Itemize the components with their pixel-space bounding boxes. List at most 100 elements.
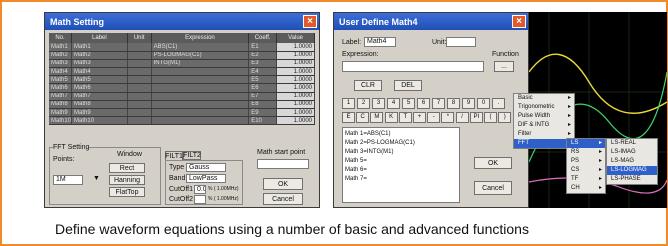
key-6[interactable]: 6 xyxy=(417,98,430,109)
cell-label[interactable]: Math4 xyxy=(71,67,128,77)
cell-no[interactable]: Math5 xyxy=(49,75,73,85)
cell-expression[interactable]: PS-LOGMAG(C1) xyxy=(151,51,250,60)
key-7[interactable]: 7 xyxy=(432,98,445,109)
cell-unit[interactable] xyxy=(127,67,152,77)
table-row[interactable]: Math5 Math5 E5 1.0000 xyxy=(49,75,315,85)
cell-value[interactable]: 1.0000 xyxy=(276,59,315,69)
key-op[interactable]: * xyxy=(441,112,455,123)
key-op[interactable]: E xyxy=(342,112,355,123)
menu-item[interactable]: CH ▸ xyxy=(567,184,605,193)
cutoff1-input[interactable]: 0.0 xyxy=(194,185,206,194)
key-1[interactable]: 1 xyxy=(342,98,355,109)
table-row[interactable]: Math1 Math1 ABS(C1) E1 1.0000 xyxy=(49,43,315,52)
cell-expression[interactable] xyxy=(151,92,250,101)
menu-item[interactable]: Pulse Width ▸ xyxy=(514,112,574,121)
cell-unit[interactable] xyxy=(127,83,152,93)
cell-label[interactable]: Math2 xyxy=(71,51,128,60)
key-op[interactable]: K xyxy=(384,112,398,123)
cell-label[interactable]: Math3 xyxy=(71,59,128,69)
user-define-cancel-button[interactable]: Cancel xyxy=(474,181,512,195)
cell-expression[interactable]: INTG(M1) xyxy=(151,59,250,69)
menu-item[interactable]: Basic ▸ xyxy=(514,94,574,103)
math-list[interactable]: Math 1=ABS(C1) Math 2=PS-LOGMAG(C1) Math… xyxy=(342,127,460,203)
cell-expression[interactable] xyxy=(151,100,250,110)
cell-no[interactable]: Math6 xyxy=(49,83,73,93)
label-input[interactable]: Math4 xyxy=(364,37,396,47)
tab-filt2[interactable]: FILT2 xyxy=(183,151,201,160)
band-select[interactable]: LowPass xyxy=(186,174,226,183)
math-start-input[interactable] xyxy=(257,159,309,169)
cell-coeff[interactable]: E6 xyxy=(248,83,278,93)
cell-coeff[interactable]: E1 xyxy=(248,43,278,52)
cell-value[interactable]: 1.0000 xyxy=(276,100,315,110)
cell-label[interactable]: Math8 xyxy=(71,100,128,110)
cell-value[interactable]: 1.0000 xyxy=(276,51,315,60)
cell-unit[interactable] xyxy=(127,108,152,118)
cell-unit[interactable] xyxy=(127,51,152,60)
key-8[interactable]: 8 xyxy=(447,98,460,109)
cell-expression[interactable] xyxy=(151,83,250,93)
cell-label[interactable]: Math5 xyxy=(71,75,128,85)
cell-unit[interactable] xyxy=(127,116,152,126)
cell-unit[interactable] xyxy=(127,75,152,85)
list-item[interactable]: Math 5= xyxy=(345,157,459,166)
cell-label[interactable]: Math9 xyxy=(71,108,128,118)
cell-no[interactable]: Math3 xyxy=(49,59,73,69)
col-unit[interactable]: Unit xyxy=(127,33,152,43)
table-row[interactable]: Math9 Math9 E9 1.0000 xyxy=(49,108,315,118)
list-item[interactable]: Math 1=ABS(C1) xyxy=(345,130,459,139)
clr-button[interactable]: CLR xyxy=(354,80,382,91)
function-button[interactable]: ... xyxy=(494,61,514,72)
cell-coeff[interactable]: E4 xyxy=(248,67,278,77)
cell-value[interactable]: 1.0000 xyxy=(276,83,315,93)
cell-coeff[interactable]: E5 xyxy=(248,75,278,85)
menu-item[interactable]: DIF & INTG ▸ xyxy=(514,121,574,130)
key-op[interactable]: T xyxy=(398,112,412,123)
key-dot[interactable]: . xyxy=(492,98,505,109)
key-op[interactable]: PI xyxy=(469,112,483,123)
cell-unit[interactable] xyxy=(127,92,152,101)
key-9[interactable]: 9 xyxy=(462,98,475,109)
cell-coeff[interactable]: E2 xyxy=(248,51,278,60)
cell-value[interactable]: 1.0000 xyxy=(276,67,315,77)
window-flattop-button[interactable]: FlatTop xyxy=(109,187,145,197)
key-op[interactable]: ( xyxy=(484,112,497,123)
cell-label[interactable]: Math1 xyxy=(71,43,128,52)
cell-expression[interactable] xyxy=(151,116,250,126)
user-define-close-button[interactable]: × xyxy=(512,15,526,28)
col-expression[interactable]: Expression xyxy=(151,33,250,43)
key-op[interactable]: M xyxy=(370,112,384,123)
cell-coeff[interactable]: E10 xyxy=(248,116,278,126)
cell-coeff[interactable]: E8 xyxy=(248,100,278,110)
del-button[interactable]: DEL xyxy=(394,80,422,91)
menu-item[interactable]: LS-PHASE xyxy=(607,175,657,184)
menu-item[interactable]: Filter ▸ xyxy=(514,130,574,139)
key-2[interactable]: 2 xyxy=(357,98,370,109)
cell-label[interactable]: Math10 xyxy=(71,116,128,126)
menu-item[interactable]: PS ▸ xyxy=(567,157,605,166)
cell-expression[interactable] xyxy=(151,75,250,85)
cell-coeff[interactable]: E3 xyxy=(248,59,278,69)
key-op[interactable]: / xyxy=(455,112,469,123)
table-row[interactable]: Math10 Math10 E10 1.0000 xyxy=(49,116,315,126)
col-no[interactable]: No. xyxy=(49,33,73,43)
key-op[interactable]: ) xyxy=(498,112,512,123)
window-rect-button[interactable]: Rect xyxy=(109,163,145,173)
type-select[interactable]: Gauss xyxy=(186,163,226,172)
cell-no[interactable]: Math1 xyxy=(49,43,73,52)
cell-expression[interactable] xyxy=(151,67,250,77)
cell-expression[interactable]: ABS(C1) xyxy=(151,43,250,52)
menu-item[interactable]: Trigonometric ▸ xyxy=(514,103,574,112)
list-item[interactable]: Math 7= xyxy=(345,175,459,184)
cell-expression[interactable] xyxy=(151,108,250,118)
user-define-ok-button[interactable]: OK xyxy=(474,157,512,169)
table-row[interactable]: Math3 Math3 INTG(M1) E3 1.0000 xyxy=(49,59,315,69)
menu-item[interactable]: LS-LOGMAG xyxy=(607,166,657,175)
key-op[interactable]: - xyxy=(427,112,441,123)
math-setting-cancel-button[interactable]: Cancel xyxy=(263,193,303,205)
menu-item[interactable]: LS ▸ xyxy=(567,139,605,148)
cell-label[interactable]: Math7 xyxy=(71,92,128,101)
expression-input[interactable] xyxy=(342,61,484,72)
cell-no[interactable]: Math7 xyxy=(49,92,73,101)
unit-input[interactable] xyxy=(446,37,476,47)
